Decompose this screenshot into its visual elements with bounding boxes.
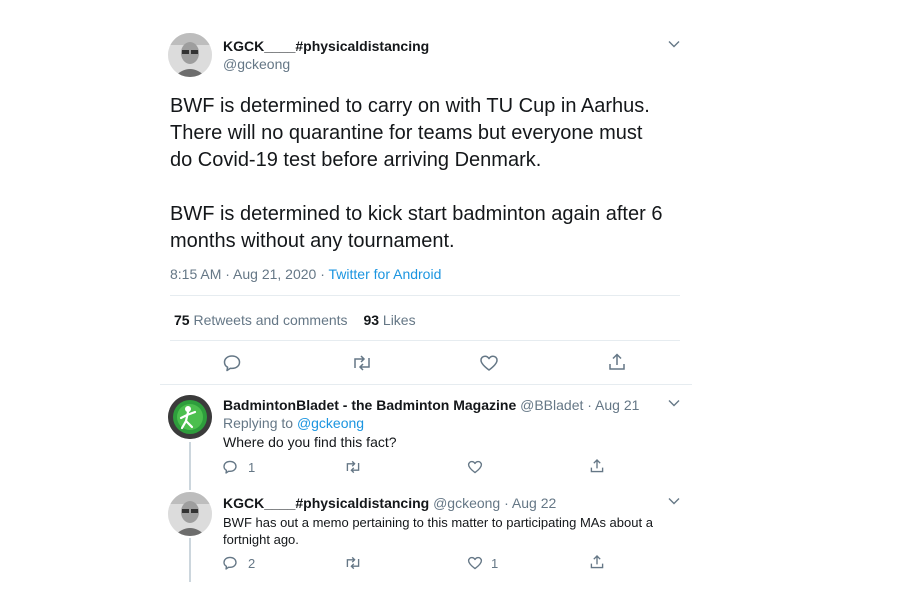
avatar-portrait-icon [168, 33, 212, 77]
retweets-count: 75 [174, 312, 190, 328]
like-icon[interactable] [479, 353, 499, 373]
tweet-text-line: do Covid-19 test before arriving Denmark… [170, 149, 542, 171]
retweets-stat[interactable]: 75 Retweets and comments [174, 312, 351, 328]
reply-text-line: BWF has out a memo pertaining to this ma… [223, 515, 653, 530]
tweet-source-link[interactable]: Twitter for Android [329, 266, 442, 282]
chevron-down-icon[interactable] [667, 396, 681, 410]
reply-meta[interactable]: @BBladet · Aug 21 [520, 397, 639, 413]
chevron-down-icon[interactable] [667, 37, 681, 51]
badminton-logo-icon [168, 395, 212, 439]
replying-to-handle[interactable]: @gckeong [297, 415, 364, 431]
replying-to-label: Replying to [223, 415, 297, 431]
avatar[interactable] [168, 492, 212, 536]
retweet-icon[interactable] [344, 555, 362, 571]
divider [170, 295, 680, 296]
reply-icon[interactable] [222, 459, 238, 475]
retweets-label: Retweets and comments [193, 312, 348, 328]
like-count: 1 [491, 556, 499, 571]
reply-text-line: fortnight ago. [223, 532, 299, 547]
like-icon[interactable] [467, 555, 483, 571]
divider [160, 384, 692, 385]
tweet-text: BWF is determined to carry on with TU Cu… [170, 93, 690, 255]
retweet-icon[interactable] [344, 459, 362, 475]
divider [170, 340, 680, 341]
chevron-down-icon[interactable] [667, 494, 681, 508]
reply-text: BWF has out a memo pertaining to this ma… [223, 514, 683, 548]
thread-line [189, 442, 191, 490]
tweet-text-line: BWF is determined to kick start badminto… [170, 203, 663, 225]
reply-icon[interactable] [222, 353, 242, 373]
reply-text: Where do you find this fact? [223, 434, 397, 450]
like-icon[interactable] [467, 459, 483, 475]
author-handle[interactable]: @gckeong [223, 56, 290, 72]
reply-count: 1 [248, 460, 256, 475]
tweet-text-line: months without any tournament. [170, 230, 455, 252]
tweet-timestamp[interactable]: 8:15 AM · Aug 21, 2020 · [170, 266, 329, 282]
reply-icon[interactable] [222, 555, 238, 571]
share-icon[interactable] [589, 458, 605, 474]
likes-label: Likes [382, 312, 416, 328]
tweet-text-line: There will no quarantine for teams but e… [170, 122, 643, 144]
reply-count: 2 [248, 556, 256, 571]
avatar[interactable] [168, 395, 212, 439]
reply-display-name[interactable]: BadmintonBladet - the Badminton Magazine [223, 397, 516, 413]
replying-to: Replying to @gckeong [223, 415, 364, 431]
likes-count: 93 [363, 312, 380, 328]
tweet-text-line: BWF is determined to carry on with TU Cu… [170, 95, 650, 117]
reply-display-name[interactable]: KGCK____#physicaldistancing [223, 495, 429, 511]
avatar-portrait-icon [168, 492, 212, 536]
tweet-stats: 75 Retweets and comments 93 Likes [174, 312, 416, 328]
share-icon[interactable] [589, 554, 605, 570]
thread-line [189, 538, 191, 582]
retweet-icon[interactable] [351, 353, 373, 373]
avatar[interactable] [168, 33, 212, 77]
author-display-name[interactable]: KGCK____#physicaldistancing [223, 38, 429, 54]
likes-stat[interactable]: 93 Likes [363, 312, 415, 328]
reply-meta[interactable]: @gckeong · Aug 22 [433, 495, 556, 511]
share-icon[interactable] [607, 352, 627, 372]
